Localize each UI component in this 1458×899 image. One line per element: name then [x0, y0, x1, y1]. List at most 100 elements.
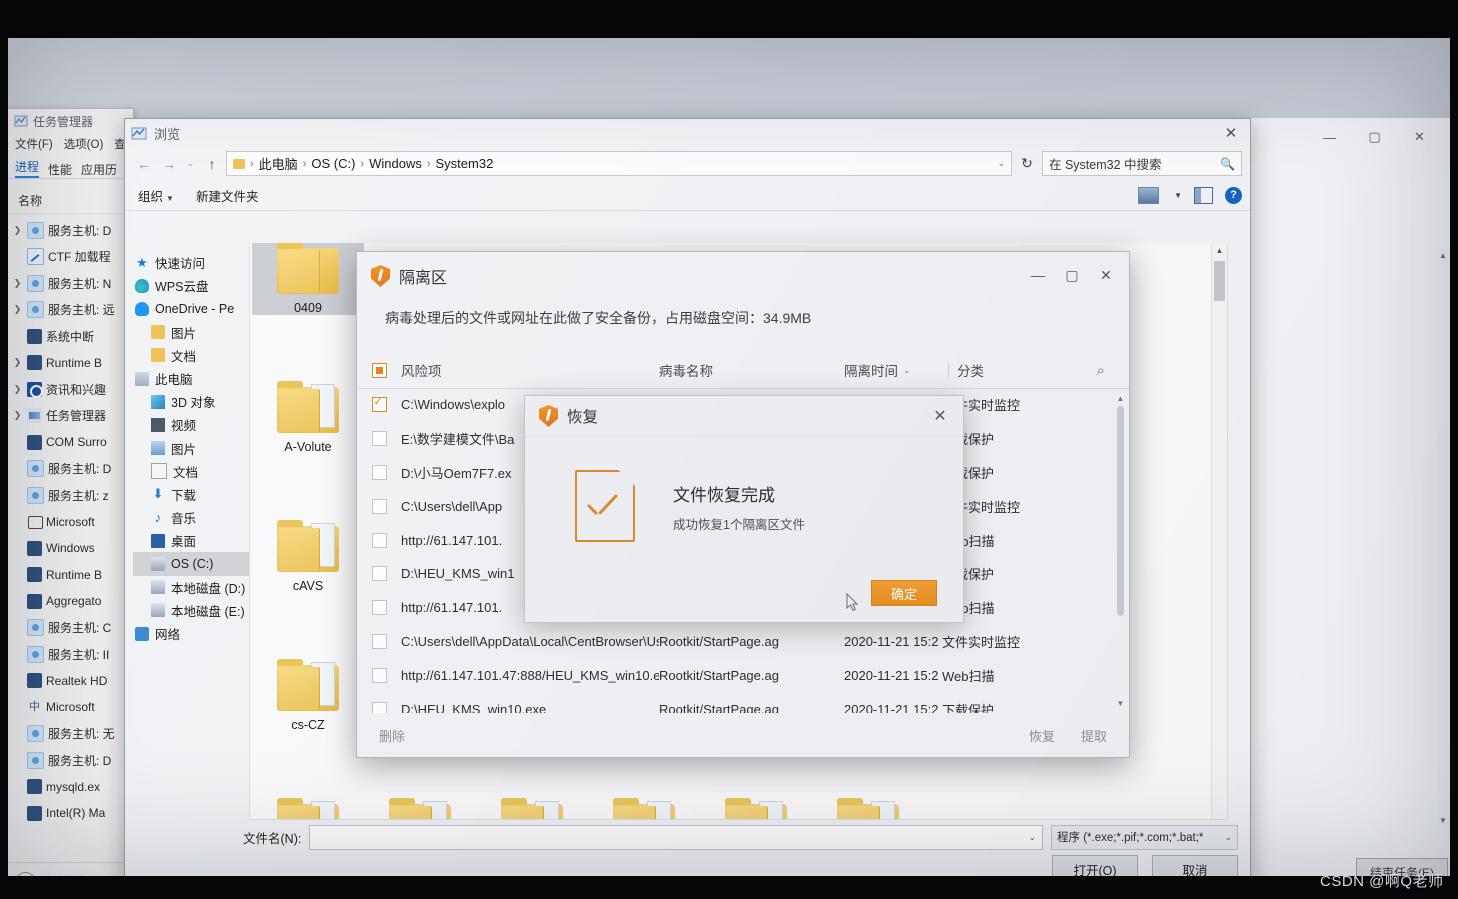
row-checkbox[interactable] — [357, 566, 401, 581]
task-manager-process-row[interactable]: ❯Microsoft — [8, 509, 133, 536]
task-manager-process-row[interactable]: ❯服务主机: D — [8, 217, 133, 244]
view-mode-chevron-down-icon[interactable]: ▼ — [1174, 191, 1182, 200]
row-checkbox[interactable] — [357, 431, 401, 446]
column-virus-name[interactable]: 病毒名称 — [659, 360, 844, 380]
task-manager-process-row[interactable]: ❯服务主机: 无 — [8, 721, 133, 748]
breadcrumb-system32[interactable]: System32 — [436, 156, 494, 171]
folder-item[interactable]: DriverState — [476, 796, 588, 820]
folder-item[interactable]: dsc — [700, 796, 812, 820]
sidebar-item-0[interactable]: ★快速访问 — [133, 251, 255, 274]
row-checkbox[interactable] — [357, 668, 401, 683]
breadcrumb-this-pc[interactable]: 此电脑 — [259, 154, 298, 173]
sidebar-item-14[interactable]: 本地磁盘 (D:) — [133, 576, 255, 599]
quarantine-maximize-button[interactable]: ▢ — [1055, 260, 1089, 290]
sidebar-item-2[interactable]: OneDrive - Pe — [133, 297, 255, 320]
task-manager-process-row[interactable]: ❯Windows — [8, 535, 133, 562]
task-manager-process-row[interactable]: ❯服务主机: D — [8, 456, 133, 483]
expand-chevron-icon[interactable]: ❯ — [12, 278, 23, 289]
task-manager-process-row[interactable]: ❯服务主机: II — [8, 641, 133, 668]
task-manager-process-row[interactable]: ❯中Microsoft — [8, 694, 133, 721]
cancel-button[interactable]: 取消 — [1152, 855, 1238, 876]
restore-button[interactable]: 恢复 — [1029, 726, 1055, 745]
scroll-up-icon[interactable]: ▲ — [1212, 243, 1227, 258]
table-row[interactable]: D:\HEU_KMS_win10.exeRootkit/StartPage.ag… — [357, 692, 1129, 713]
column-category[interactable]: 分类 — [957, 360, 1027, 380]
sidebar-item-3[interactable]: 图片 — [133, 321, 255, 344]
column-quarantine-time[interactable]: 隔离时间⌄ — [844, 360, 940, 380]
sidebar-item-16[interactable]: 网络 — [133, 622, 255, 645]
new-folder-button[interactable]: 新建文件夹 — [196, 186, 259, 205]
organize-button[interactable]: 组织▼ — [138, 186, 174, 205]
sidebar-item-13[interactable]: OS (C:) — [133, 552, 255, 575]
search-icon[interactable]: 🔍 — [1220, 157, 1235, 171]
expand-chevron-icon[interactable]: ❯ — [12, 225, 23, 236]
quarantine-scrollbar[interactable]: ▲ ▼ — [1116, 392, 1125, 709]
up-icon[interactable]: ↑ — [201, 153, 223, 175]
explorer-close-button[interactable]: ✕ — [1216, 121, 1246, 145]
forward-icon[interactable]: → — [158, 153, 180, 175]
expand-chevron-icon[interactable]: ❯ — [12, 384, 23, 395]
task-manager-process-row[interactable]: ❯Runtime B — [8, 350, 133, 377]
folder-item[interactable]: drivers — [364, 796, 476, 820]
sidebar-item-15[interactable]: 本地磁盘 (E:) — [133, 599, 255, 622]
sidebar-item-6[interactable]: 3D 对象 — [133, 390, 255, 413]
open-button[interactable]: 打开(O) — [1052, 855, 1138, 876]
row-checkbox[interactable] — [357, 499, 401, 514]
task-manager-process-row[interactable]: ❯服务主机: z — [8, 482, 133, 509]
sidebar-item-11[interactable]: ♪音乐 — [133, 506, 255, 529]
menu-file[interactable]: 文件(F) — [15, 136, 53, 152]
quarantine-minimize-button[interactable]: — — [1021, 260, 1055, 290]
row-checkbox[interactable] — [357, 634, 401, 649]
scroll-down-icon[interactable]: ▼ — [1437, 813, 1449, 827]
sidebar-item-10[interactable]: ⬇下载 — [133, 483, 255, 506]
folder-item[interactable]: downlevel — [252, 796, 364, 820]
scroll-down-icon[interactable]: ▼ — [1116, 697, 1125, 709]
sidebar-item-8[interactable]: 图片 — [133, 437, 255, 460]
row-checkbox[interactable] — [357, 465, 401, 480]
background-window-scrollbar[interactable]: ▲ ▼ — [1437, 248, 1449, 827]
breadcrumb[interactable]: › 此电脑 › OS (C:) › Windows › System32 ⌄ — [226, 151, 1012, 176]
search-icon[interactable]: ⌕ — [1097, 362, 1105, 379]
task-manager-process-row[interactable]: ❯mysqld.ex — [8, 774, 133, 801]
table-row[interactable]: http://61.147.101.47:888/HEU_KMS_win10.e… — [357, 658, 1129, 692]
table-row[interactable]: C:\Users\dell\AppData\Local\CentBrowser\… — [357, 625, 1129, 659]
extract-button[interactable]: 提取 — [1081, 726, 1107, 745]
recent-locations-chevron-icon[interactable]: ⌄ — [183, 153, 198, 175]
help-icon[interactable]: ? — [1225, 187, 1242, 204]
task-manager-process-row[interactable]: ❯CTF 加载程 — [8, 244, 133, 271]
scrollbar-thumb[interactable] — [1117, 406, 1124, 616]
folder-item[interactable]: A-Volute — [252, 379, 364, 454]
sidebar-item-9[interactable]: 文档 — [133, 460, 255, 483]
breadcrumb-os-c[interactable]: OS (C:) — [311, 156, 355, 171]
row-checkbox[interactable] — [357, 702, 401, 713]
collapse-chevron-icon[interactable]: ⌃ — [16, 872, 35, 877]
breadcrumb-chevron-down-icon[interactable]: ⌄ — [997, 158, 1005, 169]
breadcrumb-windows[interactable]: Windows — [369, 156, 422, 171]
task-manager-process-row[interactable]: ❯Realtek HD — [8, 668, 133, 695]
sidebar-item-1[interactable]: WPS云盘 — [133, 274, 255, 297]
folder-item[interactable]: el-GR — [812, 796, 924, 820]
tab-performance[interactable]: 性能 — [48, 161, 72, 178]
expand-chevron-icon[interactable]: ❯ — [12, 304, 23, 315]
view-mode-icon[interactable] — [1138, 187, 1159, 204]
column-risk-item[interactable]: 风险项 — [401, 360, 659, 380]
sidebar-item-5[interactable]: 此电脑 — [133, 367, 255, 390]
tab-app-history[interactable]: 应用历 — [81, 161, 117, 178]
row-checkbox[interactable] — [357, 397, 401, 412]
task-manager-process-row[interactable]: ❯资讯和兴趣 — [8, 376, 133, 403]
scroll-up-icon[interactable]: ▲ — [1116, 392, 1125, 404]
filename-input[interactable]: ⌄ — [309, 825, 1043, 850]
refresh-icon[interactable]: ↻ — [1015, 153, 1039, 175]
task-manager-process-row[interactable]: ❯服务主机: C — [8, 615, 133, 642]
tab-processes[interactable]: 进程 — [15, 158, 39, 178]
row-checkbox[interactable] — [357, 533, 401, 548]
recovery-close-button[interactable]: ✕ — [925, 402, 955, 430]
folder-item[interactable]: DriverStore — [588, 796, 700, 820]
task-manager-process-row[interactable]: ❯COM Surro — [8, 429, 133, 456]
bg-maximize-button[interactable]: ▢ — [1352, 124, 1397, 150]
scroll-up-icon[interactable]: ▲ — [1437, 248, 1449, 262]
search-input[interactable]: 在 System32 中搜索 — [1049, 154, 1162, 173]
menu-options[interactable]: 选项(O) — [64, 136, 104, 152]
task-manager-process-row[interactable]: ❯服务主机: 远 — [8, 297, 133, 324]
sidebar-item-7[interactable]: 视频 — [133, 413, 255, 436]
